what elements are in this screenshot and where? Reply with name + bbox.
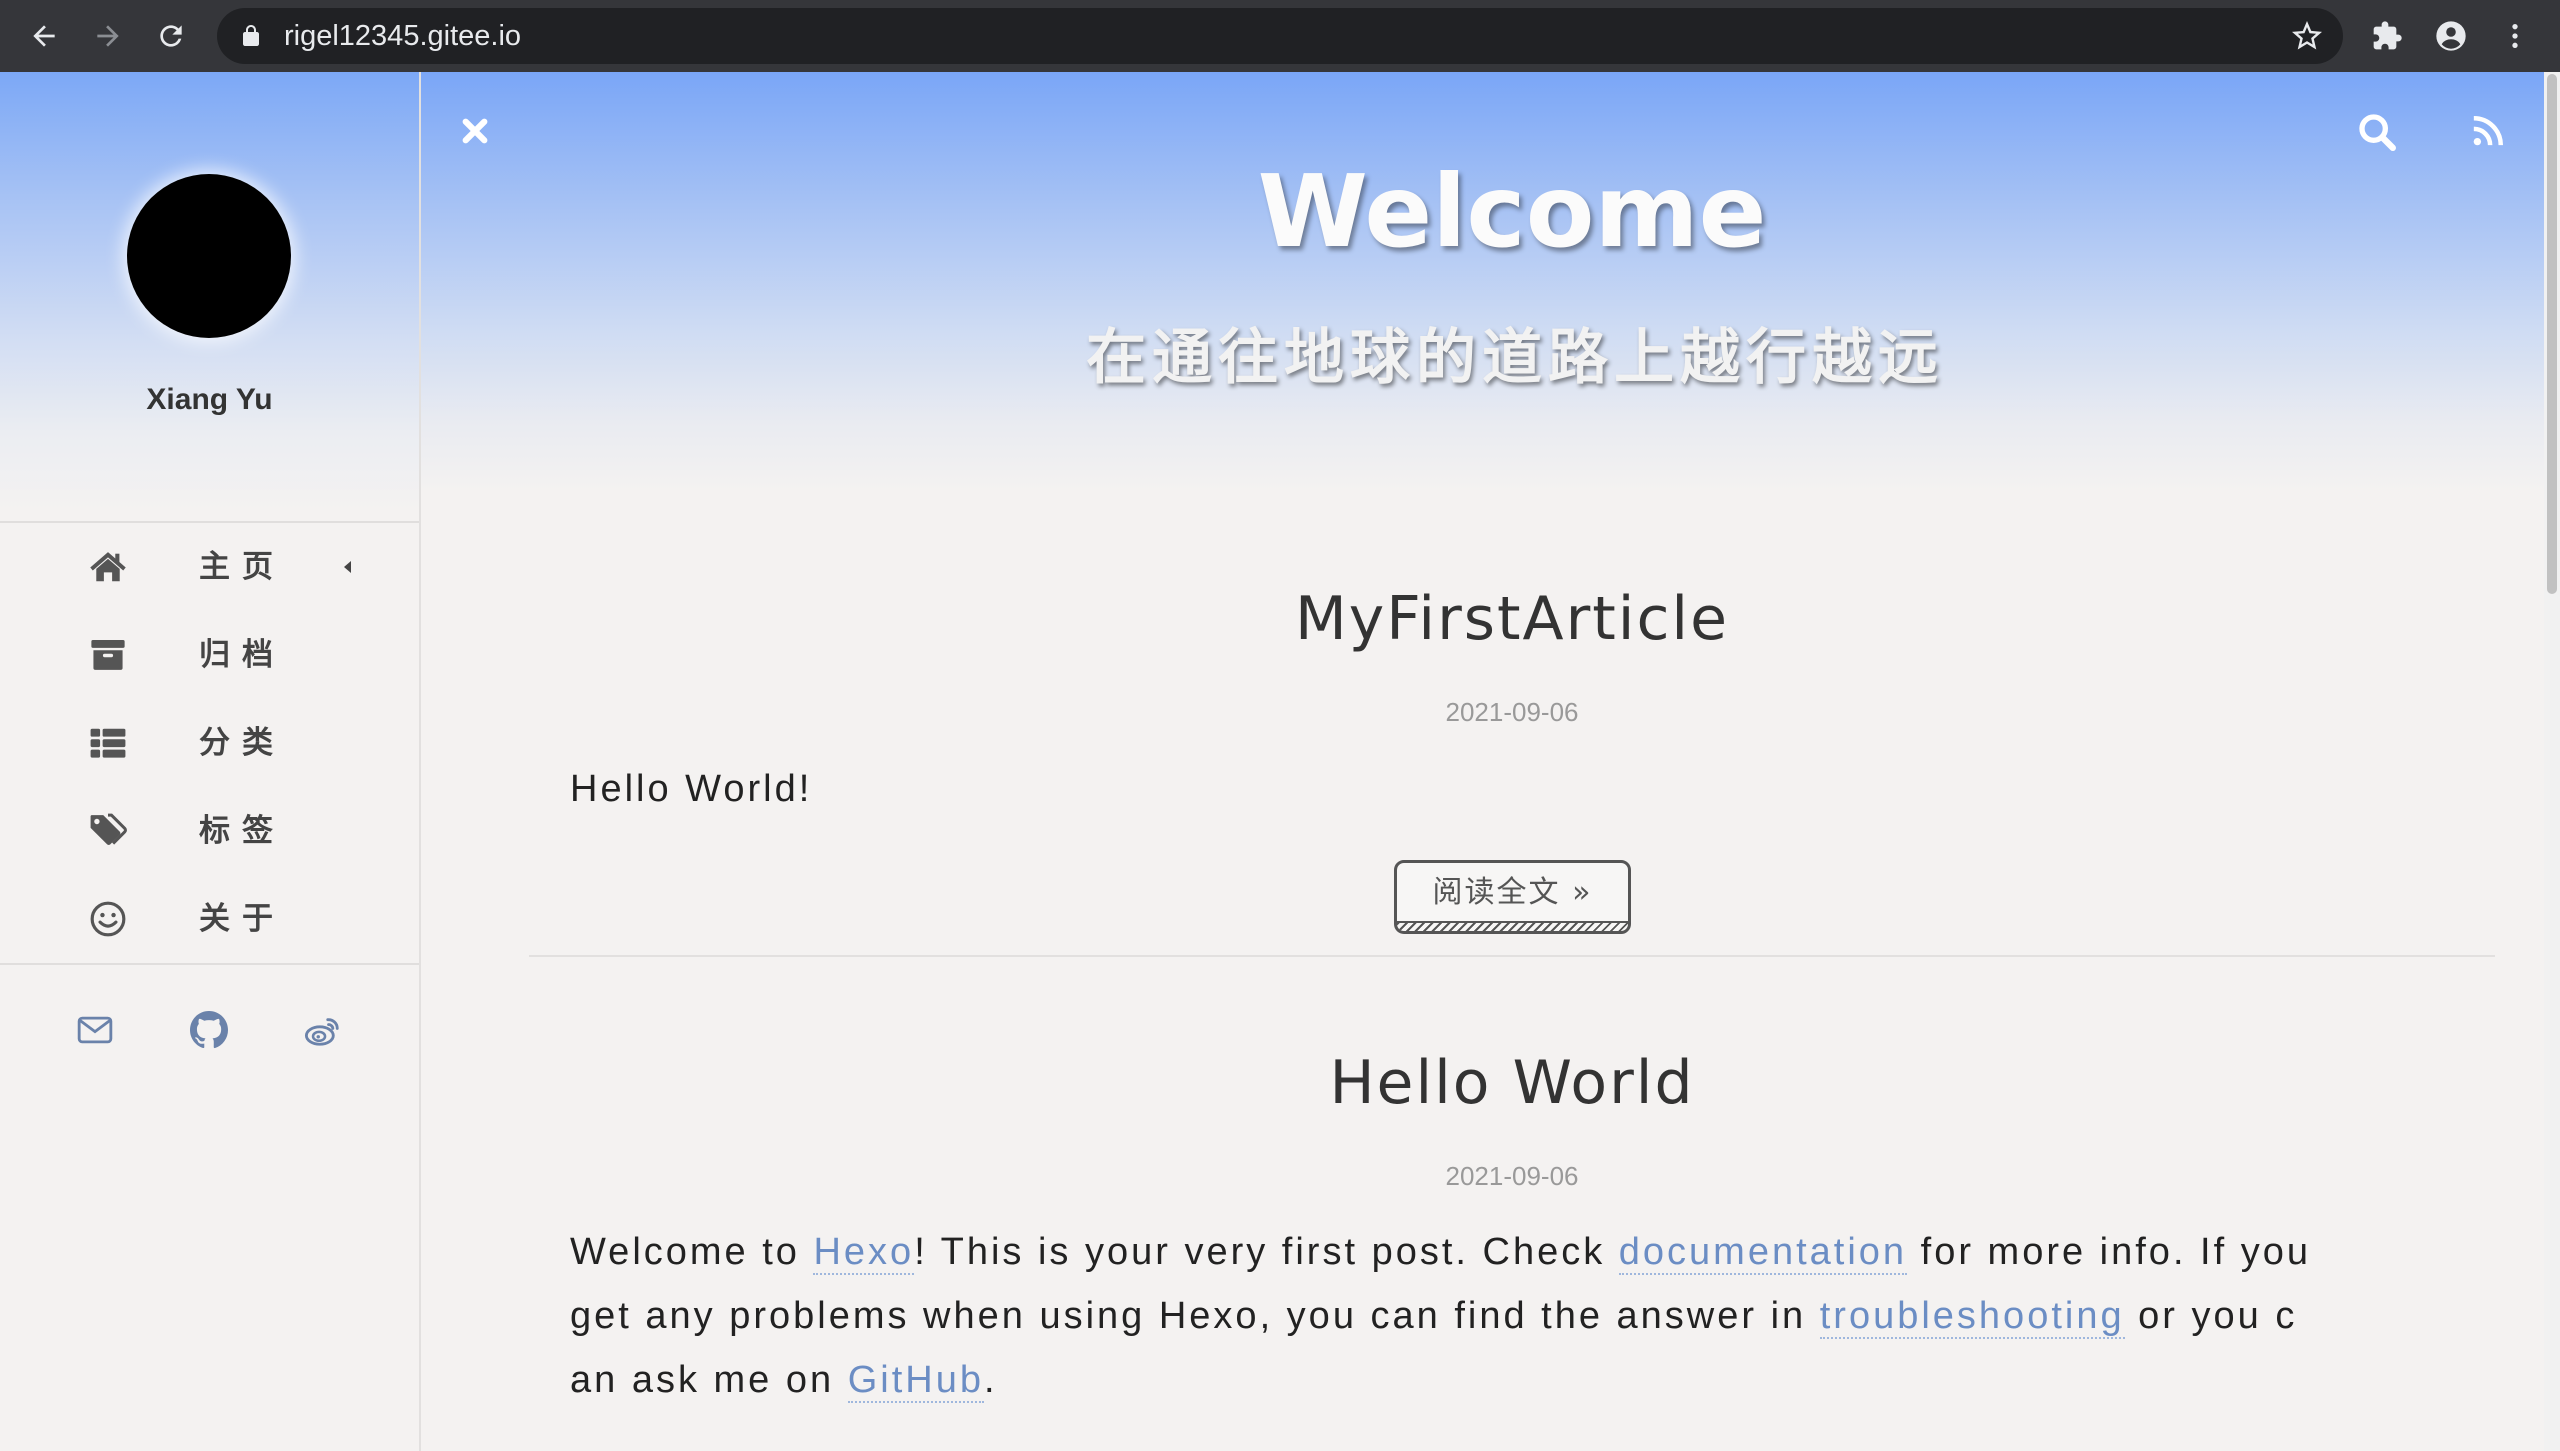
sidebar-divider <box>0 963 419 965</box>
sidebar-item-tags[interactable]: 标签 <box>0 787 419 875</box>
browser-menu-button[interactable] <box>2493 14 2537 58</box>
hexo-link[interactable]: Hexo <box>813 1231 915 1275</box>
browser-toolbar: rigel12345.gitee.io <box>0 0 2560 72</box>
sidebar-item-home[interactable]: 主页 <box>0 523 419 611</box>
close-icon[interactable] <box>459 115 491 147</box>
star-icon[interactable] <box>2289 18 2325 54</box>
github-link[interactable]: GitHub <box>847 1359 984 1403</box>
address-bar[interactable]: rigel12345.gitee.io <box>217 8 2343 64</box>
excerpt-text: get any problems when using Hexo, you ca… <box>570 1295 1820 1337</box>
tags-icon <box>89 812 127 850</box>
sidebar-item-label: 归档 <box>199 637 285 673</box>
sidebar-item-label: 关于 <box>199 901 285 937</box>
excerpt-text: an ask me on <box>570 1359 848 1401</box>
excerpt-line: Welcome to Hexo! This is your very first… <box>570 1220 2495 1284</box>
extensions-button[interactable] <box>2365 14 2409 58</box>
menu-dots-icon <box>2512 24 2518 48</box>
main-content: Welcome 在通往地球的道路上越行越远 MyFirstArticle 202… <box>421 72 2544 1451</box>
excerpt-text: ! This is your very first post. Check <box>914 1231 1619 1273</box>
profile-icon <box>2436 21 2466 51</box>
lock-icon[interactable] <box>239 24 263 48</box>
scrollbar-track[interactable] <box>2544 72 2560 1451</box>
forward-button[interactable] <box>86 14 130 58</box>
sidebar-item-about[interactable]: 关于 <box>0 875 419 963</box>
post-date: 2021-09-06 <box>1445 1161 1579 1191</box>
post-excerpt: Hello World! <box>570 757 2495 821</box>
excerpt-line: an ask me on GitHub. <box>570 1348 2495 1412</box>
sidebar: Xiang Yu 主页 归档 分类 标签 关于 <box>0 72 421 1451</box>
post-date: 2021-09-06 <box>1445 697 1579 727</box>
excerpt-line: Hello World! <box>570 768 813 810</box>
web-page: Xiang Yu 主页 归档 分类 标签 关于 Welcome 在通往地球的道路… <box>0 72 2560 1451</box>
reload-button[interactable] <box>149 14 193 58</box>
home-icon <box>89 548 127 586</box>
sidebar-item-categories[interactable]: 分类 <box>0 699 419 787</box>
content-column: Welcome 在通往地球的道路上越行越远 MyFirstArticle 202… <box>529 72 2495 1451</box>
forward-arrow-icon <box>97 25 119 47</box>
documentation-link[interactable]: documentation <box>1618 1231 1908 1275</box>
list-icon <box>89 724 127 762</box>
caret-left-icon <box>344 561 351 573</box>
read-more-button[interactable]: 阅读全文 » <box>1394 860 1631 934</box>
back-arrow-icon <box>33 25 55 47</box>
smile-icon <box>89 900 127 938</box>
mail-icon[interactable] <box>76 1011 114 1049</box>
post-excerpt: Welcome to Hexo! This is your very first… <box>570 1220 2495 1412</box>
post-divider <box>529 955 2495 957</box>
back-button[interactable] <box>22 14 66 58</box>
archive-icon <box>89 636 127 674</box>
excerpt-text: for more info. If you <box>1907 1231 2311 1273</box>
scrollbar-thumb[interactable] <box>2547 74 2557 594</box>
button-hatch-decoration <box>1397 921 1628 931</box>
sidebar-item-label: 分类 <box>199 725 285 761</box>
author-name: Xiang Yu <box>146 383 273 416</box>
site-subtitle: 在通往地球的道路上越行越远 <box>1086 323 1944 393</box>
troubleshooting-link[interactable]: troubleshooting <box>1819 1295 2125 1339</box>
url-text[interactable]: rigel12345.gitee.io <box>284 8 521 64</box>
excerpt-text: . <box>983 1359 998 1401</box>
profile-button[interactable] <box>2429 14 2473 58</box>
read-more-label: 阅读全文 » <box>1432 875 1593 910</box>
site-title[interactable]: Welcome <box>529 142 2495 282</box>
excerpt-line: get any problems when using Hexo, you ca… <box>570 1284 2495 1348</box>
post-title[interactable]: Hello World <box>529 1043 2495 1123</box>
sidebar-item-archive[interactable]: 归档 <box>0 611 419 699</box>
avatar[interactable] <box>127 174 291 338</box>
extensions-icon <box>2373 21 2402 50</box>
reload-icon <box>160 25 182 47</box>
excerpt-text: or you c <box>2124 1295 2298 1337</box>
sidebar-item-label: 标签 <box>199 813 285 849</box>
weibo-icon[interactable] <box>304 1011 342 1049</box>
post-title[interactable]: MyFirstArticle <box>529 579 2495 659</box>
sidebar-item-label: 主页 <box>199 549 285 585</box>
github-icon[interactable] <box>190 1011 228 1049</box>
excerpt-text: Welcome to <box>570 1231 814 1273</box>
